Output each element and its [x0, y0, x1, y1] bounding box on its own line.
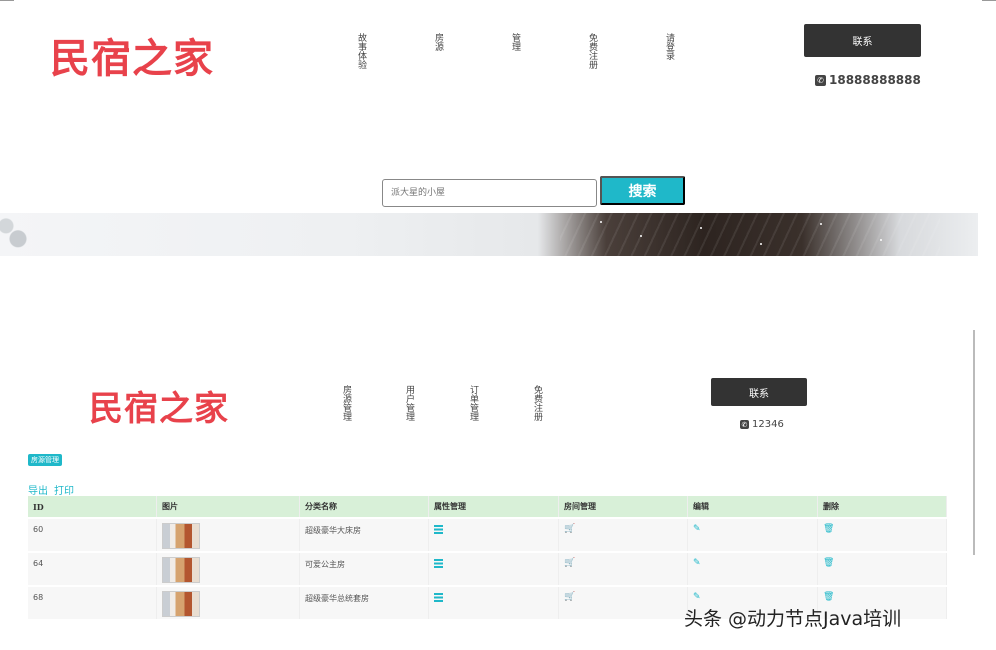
admin-phone: ✆ 12346	[740, 419, 784, 430]
nav-login[interactable]: 请登录	[664, 33, 674, 60]
phone-text: 18888888888	[829, 73, 921, 87]
list-icon[interactable]	[434, 593, 443, 602]
edit-icon[interactable]: ✎	[693, 559, 702, 568]
watermark-text: 头条 @动力节点Java培训	[684, 608, 902, 630]
cell-id: 68	[28, 587, 157, 619]
cell-image	[157, 587, 300, 619]
search-button[interactable]: 搜索	[600, 176, 685, 205]
print-link[interactable]: 打印	[54, 482, 74, 497]
admin-contact-button[interactable]: 联系	[711, 378, 807, 406]
cell-image	[157, 553, 300, 585]
cell-delete: 🗑	[818, 553, 947, 585]
edit-icon[interactable]: ✎	[693, 593, 702, 602]
snowflake	[760, 243, 762, 245]
nav-free-register[interactable]: 免费注册	[532, 385, 542, 421]
snowflake	[880, 239, 882, 241]
room-thumbnail[interactable]	[162, 557, 200, 583]
col-header-id[interactable]: ID	[28, 496, 157, 517]
phone-icon: ✆	[815, 74, 826, 86]
hero-banner	[0, 213, 978, 256]
table-row: 60 超级豪华大床房 🛒 ✎ 🗑	[28, 517, 947, 551]
snowy-roof-image	[560, 213, 940, 256]
cell-attributes	[429, 587, 559, 619]
corner-mark-right	[982, 0, 996, 1]
list-icon[interactable]	[434, 525, 443, 534]
export-link[interactable]: 导出	[28, 482, 48, 497]
cart-icon[interactable]: 🛒	[564, 559, 575, 568]
page-scrollbar[interactable]	[973, 330, 975, 555]
cell-attributes	[429, 553, 559, 585]
snowy-tree-image	[0, 213, 60, 256]
cell-category: 超级豪华总统套房	[300, 587, 429, 619]
cell-id: 60	[28, 519, 157, 551]
section-tag[interactable]: 房源管理	[28, 454, 62, 466]
nav-order-manage[interactable]: 订单管理	[468, 385, 478, 421]
search-input[interactable]	[382, 179, 597, 207]
room-thumbnail[interactable]	[162, 523, 200, 549]
snowflake	[640, 235, 642, 237]
admin-logo[interactable]: 民宿之家	[89, 381, 229, 430]
nav-story[interactable]: 故事体验	[356, 33, 366, 69]
col-header-delete[interactable]: 删除	[818, 496, 947, 517]
cell-category: 可爱公主房	[300, 553, 429, 585]
cell-edit: ✎	[688, 553, 818, 585]
nav-user-manage[interactable]: 用户管理	[404, 385, 414, 421]
cell-attributes	[429, 519, 559, 551]
cell-rooms: 🛒	[559, 519, 688, 551]
cell-image	[157, 519, 300, 551]
cell-edit: ✎	[688, 519, 818, 551]
edit-icon[interactable]: ✎	[693, 525, 702, 534]
col-header-rooms[interactable]: 房间管理	[559, 496, 688, 517]
trash-icon[interactable]: 🗑	[823, 593, 834, 602]
list-icon[interactable]	[434, 559, 443, 568]
col-header-attributes[interactable]: 属性管理	[429, 496, 559, 517]
snowflake	[600, 221, 602, 223]
admin-phone-text: 12346	[752, 419, 784, 430]
corner-mark-left	[0, 0, 14, 1]
snowflake	[700, 227, 702, 229]
cell-rooms: 🛒	[559, 553, 688, 585]
cell-id: 64	[28, 553, 157, 585]
cell-category: 超级豪华大床房	[300, 519, 429, 551]
table-row: 64 可爱公主房 🛒 ✎ 🗑	[28, 551, 947, 585]
table-actions: 导出 打印	[28, 482, 74, 497]
trash-icon[interactable]: 🗑	[823, 525, 834, 534]
room-thumbnail[interactable]	[162, 591, 200, 617]
trash-icon[interactable]: 🗑	[823, 559, 834, 568]
phone-icon: ✆	[740, 420, 749, 429]
nav-listings[interactable]: 房源	[433, 33, 443, 51]
phone-number: ✆ 18888888888	[815, 73, 921, 87]
table-header-row: ID 图片 分类名称 属性管理 房间管理 编辑 删除	[28, 496, 947, 517]
cell-rooms: 🛒	[559, 587, 688, 619]
nav-listing-manage[interactable]: 房源管理	[341, 385, 351, 421]
col-header-category[interactable]: 分类名称	[300, 496, 429, 517]
nav-manage[interactable]: 管理	[510, 33, 520, 51]
contact-button[interactable]: 联系	[804, 24, 921, 57]
site-logo[interactable]: 民宿之家	[50, 26, 214, 84]
col-header-edit[interactable]: 编辑	[688, 496, 818, 517]
col-header-image[interactable]: 图片	[157, 496, 300, 517]
listing-table: ID 图片 分类名称 属性管理 房间管理 编辑 删除 60 超级豪华大床房 🛒 …	[28, 496, 947, 619]
cell-delete: 🗑	[818, 519, 947, 551]
snowflake	[820, 223, 822, 225]
nav-register[interactable]: 免费注册	[587, 33, 597, 69]
cart-icon[interactable]: 🛒	[564, 525, 575, 534]
cart-icon[interactable]: 🛒	[564, 593, 575, 602]
